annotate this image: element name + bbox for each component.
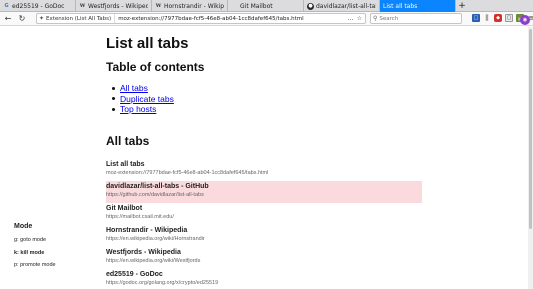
- tab-entry-title: Westfjords - Wikipedia: [106, 249, 181, 256]
- browser-tab-godoc[interactable]: G ed25519 - GoDoc: [0, 0, 76, 12]
- toc-item: Top hosts: [112, 104, 174, 115]
- browser-tab-label: ed25519 - GoDoc: [12, 2, 65, 10]
- tab-entry-title: davidlazar/list-all-tabs - GitHub: [106, 183, 209, 190]
- url-bar[interactable]: ✦ Extension (List All Tabs) moz-extensio…: [36, 13, 366, 24]
- bullet-icon: [112, 97, 115, 101]
- navigation-toolbar: ← ↻ ✦ Extension (List All Tabs) moz-exte…: [0, 12, 533, 26]
- all-tabs-list: List all tabs moz-extension://7977bdae-f…: [106, 159, 422, 289]
- search-placeholder: Search: [379, 15, 399, 22]
- bullet-icon: [112, 86, 115, 90]
- extension-puzzle-icon: ✦: [39, 15, 45, 22]
- mode-item-kill: k: kill mode: [14, 249, 45, 256]
- toc-heading: Table of contents: [106, 60, 205, 74]
- browser-tab-hornstrandir[interactable]: W Hornstrandir - Wikipedia: [152, 0, 228, 12]
- tab-entry-url: https://godoc.org/golang.org/x/crypto/ed…: [106, 280, 219, 286]
- url-actions: … ☆: [348, 15, 365, 22]
- tab-entry-url: moz-extension://7977bdae-fcf5-46e8-ab04-…: [106, 170, 269, 176]
- tab-entry[interactable]: ed25519 - GoDoc https://godoc.org/golang…: [106, 269, 422, 289]
- back-arrow-icon[interactable]: ←: [2, 13, 14, 25]
- tab-entry[interactable]: Git Mailbot https://mailbot.csail.mit.ed…: [106, 203, 422, 225]
- toc-list: All tabs Duplicate tabs Top hosts: [112, 83, 174, 115]
- browser-tab-label: Hornstrandir - Wikipedia: [164, 2, 224, 10]
- browser-tab-label: davidlazar/list-all-tabs: [316, 2, 376, 10]
- toc-link-top-hosts[interactable]: Top hosts: [120, 104, 156, 114]
- library-icon[interactable]: ⫼: [483, 14, 491, 22]
- mode-heading: Mode: [14, 223, 33, 230]
- browser-tab-label: Git Mailbot: [240, 2, 273, 10]
- page-content: List all tabs Table of contents All tabs…: [0, 27, 533, 289]
- tab-entry[interactable]: Westfjords - Wikipedia https://en.wikipe…: [106, 247, 422, 269]
- wikipedia-favicon-icon: W: [79, 3, 86, 9]
- account-avatar-icon[interactable]: ◉: [520, 15, 530, 25]
- mode-item-goto: g: goto mode: [14, 237, 47, 243]
- all-tabs-heading: All tabs: [106, 134, 150, 148]
- godoc-favicon-icon: G: [4, 3, 9, 9]
- mode-item-promote: p: promote mode: [14, 262, 56, 268]
- search-input[interactable]: ⚲ Search: [370, 13, 462, 24]
- tab-entry-url: https://en.wikipedia.org/wiki/Hornstrand…: [106, 236, 205, 242]
- tab-entry[interactable]: Hornstrandir - Wikipedia https://en.wiki…: [106, 225, 422, 247]
- scrollbar-thumb[interactable]: [529, 29, 532, 229]
- tab-entry-url: https://mailbot.csail.mit.edu/: [106, 214, 174, 220]
- bookmark-star-icon[interactable]: ☆: [357, 15, 362, 22]
- tab-entry[interactable]: List all tabs moz-extension://7977bdae-f…: [106, 159, 422, 181]
- github-favicon-icon: ●: [307, 2, 314, 10]
- new-tab-button[interactable]: +: [456, 0, 468, 12]
- ublock-shield-icon[interactable]: ◆: [494, 14, 502, 22]
- bullet-icon: [112, 107, 115, 111]
- browser-tab-label: List all tabs: [383, 2, 418, 10]
- page-scrollbar[interactable]: [528, 27, 533, 289]
- browser-tab-github[interactable]: ● davidlazar/list-all-tabs: [304, 0, 380, 12]
- browser-tab-westfjords[interactable]: W Westfjords - Wikipedia: [76, 0, 152, 12]
- blank-favicon-icon: [231, 3, 238, 10]
- toc-link-all-tabs[interactable]: All tabs: [120, 83, 148, 93]
- mode-panel: Mode g: goto mode k: kill mode p: promot…: [14, 223, 56, 275]
- tab-entry-title: ed25519 - GoDoc: [106, 271, 163, 278]
- tab-entry-title: Hornstrandir - Wikipedia: [106, 227, 188, 234]
- extension-blue-icon[interactable]: □: [472, 14, 480, 22]
- url-text[interactable]: moz-extension://7977bdae-fcf5-46e8-ab04-…: [115, 16, 347, 22]
- browser-tab-list-all-tabs[interactable]: List all tabs: [380, 0, 456, 12]
- page-title: List all tabs: [106, 35, 189, 52]
- site-identity-label: Extension (List All Tabs): [46, 15, 112, 22]
- tab-entry-title: Git Mailbot: [106, 205, 143, 212]
- toc-item: Duplicate tabs: [112, 94, 174, 105]
- extension-box-icon[interactable]: ▢: [505, 14, 513, 22]
- tab-strip: G ed25519 - GoDoc W Westfjords - Wikiped…: [0, 0, 533, 12]
- page-actions-menu-icon[interactable]: …: [348, 15, 354, 22]
- toc-link-duplicate-tabs[interactable]: Duplicate tabs: [120, 94, 174, 104]
- tab-entry-url: https://github.com/davidlazar/list-all-t…: [106, 192, 204, 198]
- site-identity[interactable]: ✦ Extension (List All Tabs): [37, 14, 116, 23]
- reload-icon[interactable]: ↻: [16, 13, 28, 25]
- tab-entry-title: List all tabs: [106, 161, 145, 168]
- browser-tab-label: Westfjords - Wikipedia: [88, 2, 148, 10]
- tab-entry-url: https://en.wikipedia.org/wiki/Westfjords: [106, 258, 201, 264]
- wikipedia-favicon-icon: W: [155, 3, 162, 9]
- browser-tab-git-mailbot[interactable]: Git Mailbot: [228, 0, 304, 12]
- search-icon: ⚲: [373, 15, 378, 22]
- toc-item: All tabs: [112, 83, 174, 94]
- tab-entry-highlighted[interactable]: davidlazar/list-all-tabs - GitHub https:…: [106, 181, 422, 203]
